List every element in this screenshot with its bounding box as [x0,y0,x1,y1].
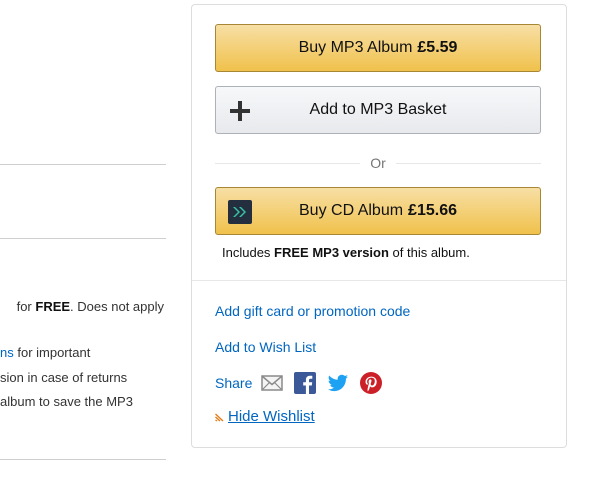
or-label: Or [370,155,386,171]
fast-forward-icon [228,200,252,224]
share-label: Share [215,375,253,391]
divider [0,459,166,460]
pinterest-icon[interactable] [360,372,383,394]
buy-box: Buy MP3 Album £5.59 Add to MP3 Basket Or… [191,4,567,448]
email-icon[interactable] [261,372,284,394]
facebook-icon[interactable] [294,372,317,394]
buy-mp3-album-button[interactable]: Buy MP3 Album £5.59 [215,24,541,72]
hide-wishlist-link[interactable]: Hide Wishlist [215,408,315,425]
includes-note: Includes FREE MP3 version of this album. [222,245,470,260]
button-label: Buy MP3 Album [298,39,413,56]
left-column: for FREE. Does not apply ns for importan… [0,0,166,492]
hide-wishlist-label: Hide Wishlist [228,408,315,425]
plus-icon [230,101,250,121]
buy-cd-album-button[interactable]: Buy CD Album £15.66 [215,187,541,235]
price: £15.66 [408,202,457,219]
left-link[interactable]: ns [0,345,14,360]
add-to-wish-list-link[interactable]: Add to Wish List [215,339,316,355]
divider [0,164,166,165]
collapse-icon [215,413,224,422]
left-text-line: sion in case of returns [0,370,128,385]
left-text-line: for FREE. Does not apply [16,299,164,314]
button-label: Buy CD Album [299,202,404,219]
twitter-icon[interactable] [327,372,349,394]
price: £5.59 [417,39,458,56]
or-separator: Or [215,155,541,173]
add-to-mp3-basket-button[interactable]: Add to MP3 Basket [215,86,541,134]
left-text-line: album to save the MP3 [0,394,133,409]
button-label: Add to MP3 Basket [309,101,447,118]
divider [192,280,566,281]
add-gift-card-link[interactable]: Add gift card or promotion code [215,303,410,319]
share-row: Share [215,372,393,394]
divider [0,238,166,239]
left-text-line: ns for important [0,345,91,360]
